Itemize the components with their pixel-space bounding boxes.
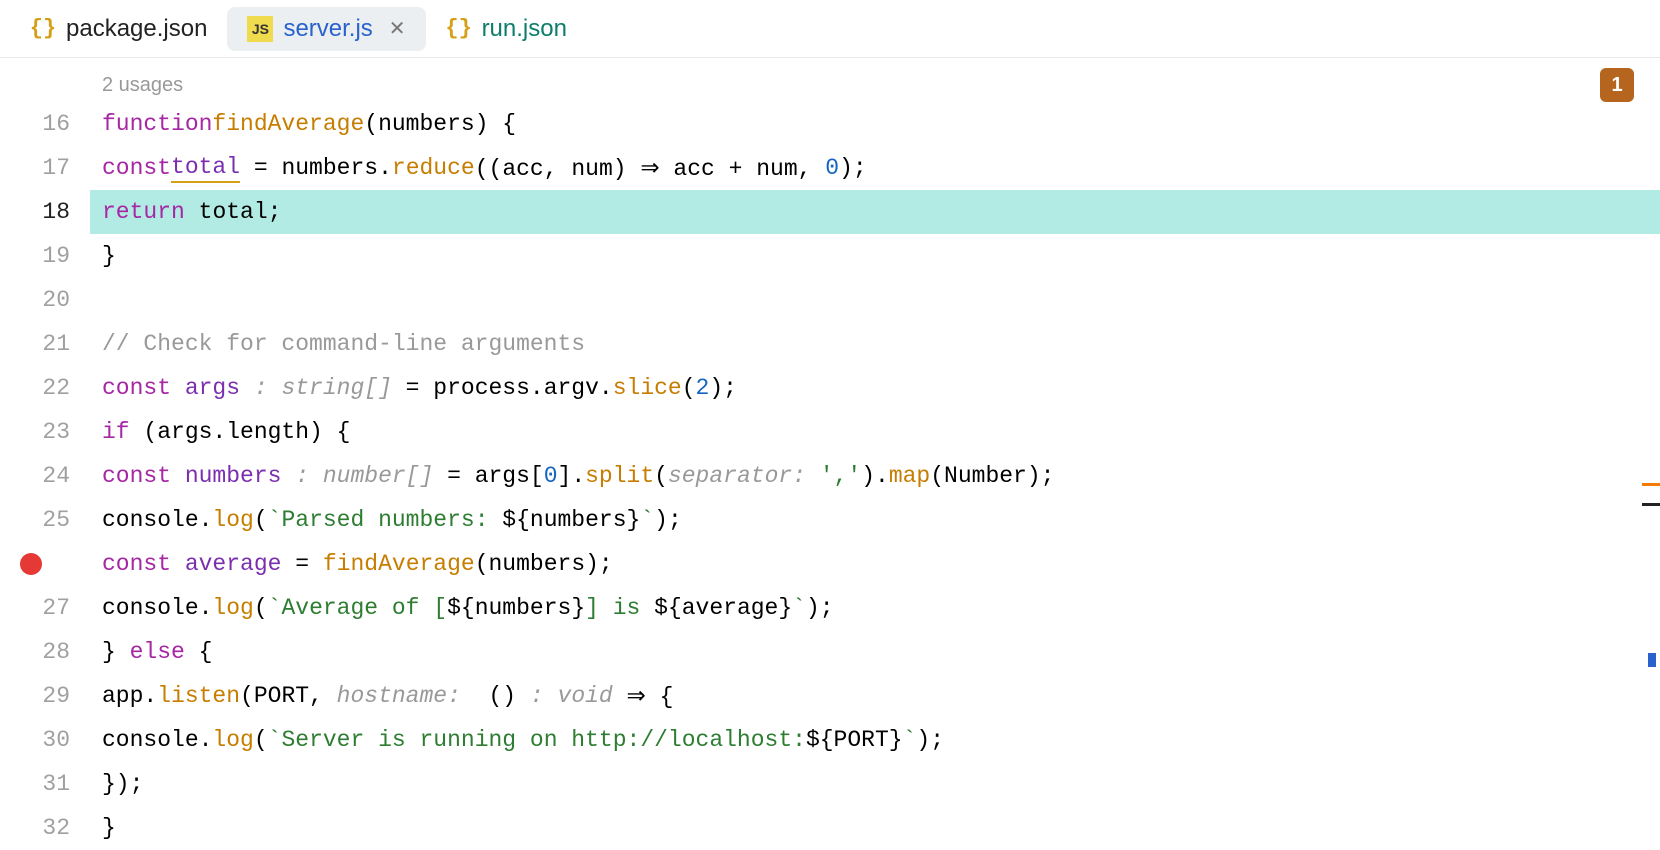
code-line[interactable]: }); — [90, 762, 1660, 806]
line-number[interactable]: 27 — [0, 586, 70, 630]
line-number[interactable]: 24 — [0, 454, 70, 498]
code-line[interactable]: } — [90, 234, 1660, 278]
line-number[interactable]: 25 — [0, 498, 70, 542]
code-line[interactable] — [90, 278, 1660, 322]
code-line[interactable]: const average = findAverage(numbers); — [90, 542, 1660, 586]
close-icon[interactable]: ✕ — [389, 16, 406, 41]
code-line[interactable]: console.log(`Parsed numbers: ${numbers}`… — [90, 498, 1660, 542]
js-icon: JS — [247, 16, 273, 42]
scrollbar-marks — [1642, 58, 1660, 848]
gutter-spacer — [0, 68, 70, 102]
line-number[interactable]: 22 — [0, 366, 70, 410]
error-mark[interactable] — [1642, 503, 1660, 506]
line-number[interactable]: 23 — [0, 410, 70, 454]
line-number[interactable]: 29 — [0, 674, 70, 718]
info-mark[interactable] — [1648, 653, 1656, 667]
tab-label: run.json — [482, 15, 567, 43]
tab-label: server.js — [283, 15, 372, 43]
code-line[interactable]: // Check for command-line arguments — [90, 322, 1660, 366]
line-number[interactable]: 16 — [0, 102, 70, 146]
line-number-breakpoint[interactable] — [0, 542, 70, 586]
tab-package-json[interactable]: package.json — [10, 7, 227, 51]
line-number[interactable]: 19 — [0, 234, 70, 278]
line-number[interactable]: 30 — [0, 718, 70, 762]
editor[interactable]: 16 17 18 19 20 21 22 23 24 25 27 28 29 3… — [0, 58, 1660, 848]
line-number[interactable]: 31 — [0, 762, 70, 806]
code-line[interactable]: app.listen(PORT, hostname: () : void ⇒ { — [90, 674, 1660, 718]
warning-mark[interactable] — [1642, 483, 1660, 486]
code-area[interactable]: 2 usages function findAverage(numbers) {… — [90, 58, 1660, 848]
code-line-highlighted[interactable]: return total; — [90, 190, 1660, 234]
tab-run-json[interactable]: run.json — [426, 7, 587, 51]
line-number[interactable]: 17 — [0, 146, 70, 190]
tab-bar: package.json JS server.js ✕ run.json — [0, 0, 1660, 58]
json-icon — [446, 16, 472, 42]
code-line[interactable]: function findAverage(numbers) { — [90, 102, 1660, 146]
line-number[interactable]: 28 — [0, 630, 70, 674]
code-line[interactable]: } — [90, 806, 1660, 850]
code-line[interactable]: if (args.length) { — [90, 410, 1660, 454]
line-number[interactable]: 21 — [0, 322, 70, 366]
line-number[interactable]: 32 — [0, 806, 70, 850]
code-line[interactable]: console.log(`Average of [${numbers}] is … — [90, 586, 1660, 630]
code-line[interactable]: const total = numbers.reduce((acc, num) … — [90, 146, 1660, 190]
code-line[interactable]: } else { — [90, 630, 1660, 674]
tab-server-js[interactable]: JS server.js ✕ — [227, 7, 425, 51]
gutter: 16 17 18 19 20 21 22 23 24 25 27 28 29 3… — [0, 58, 90, 848]
json-icon — [30, 16, 56, 42]
tab-label: package.json — [66, 15, 207, 43]
line-number[interactable]: 20 — [0, 278, 70, 322]
code-line[interactable]: const args : string[] = process.argv.sli… — [90, 366, 1660, 410]
code-line[interactable]: console.log(`Server is running on http:/… — [90, 718, 1660, 762]
line-number-current[interactable]: 18 — [0, 190, 70, 234]
code-line[interactable]: const numbers : number[] = args[0].split… — [90, 454, 1660, 498]
usages-hint[interactable]: 2 usages — [90, 68, 1660, 102]
